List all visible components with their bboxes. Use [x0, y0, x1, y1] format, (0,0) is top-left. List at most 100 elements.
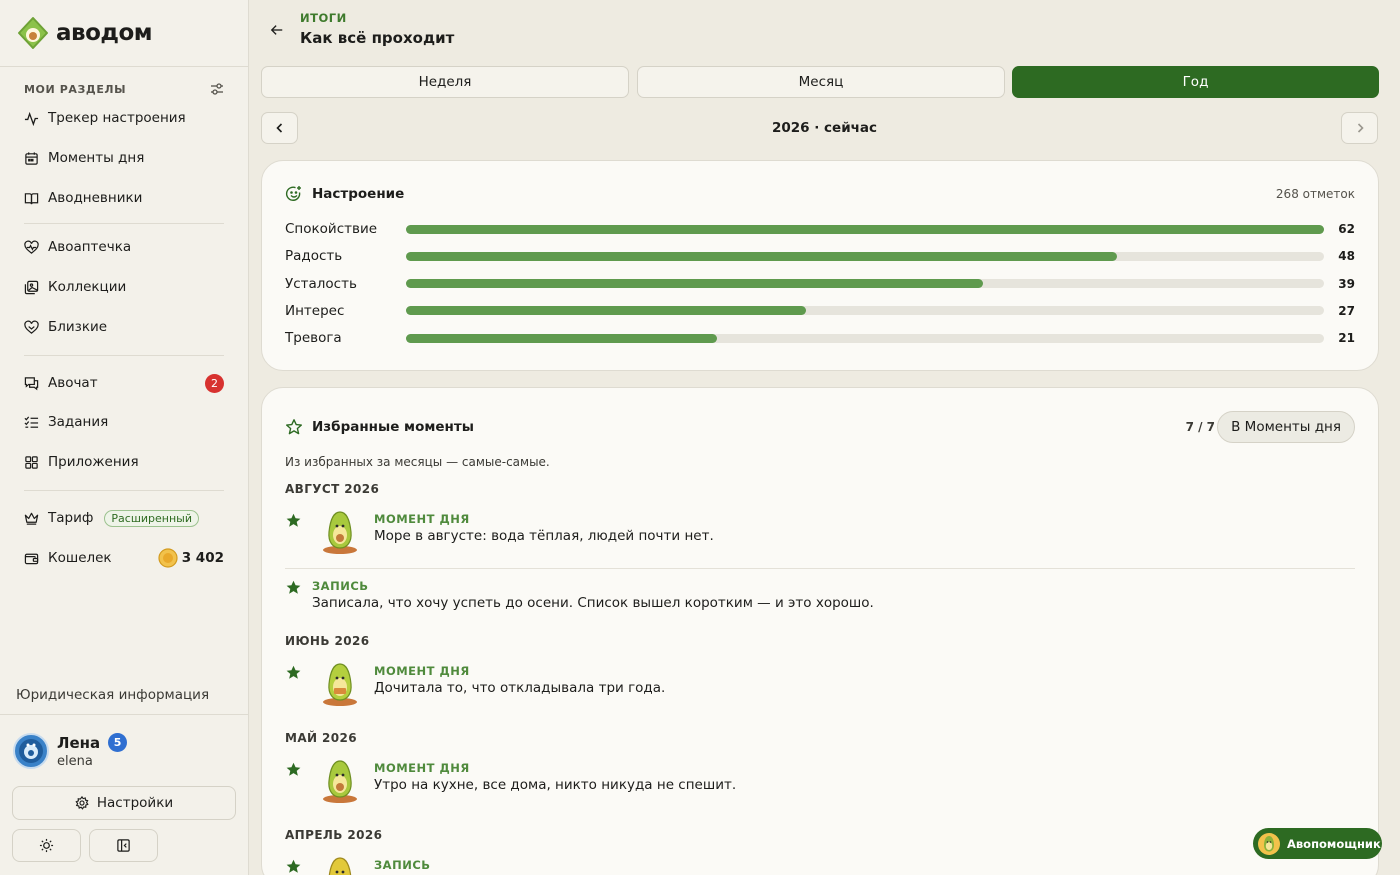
mood-row: Усталость 39	[285, 274, 1355, 294]
app-logo[interactable]: аводом	[16, 16, 153, 50]
sidebar-item-label: Моменты дня	[48, 150, 145, 166]
sidebar-item-chat[interactable]: Авочат 2	[24, 371, 224, 395]
avocado-mascot-icon	[323, 511, 357, 554]
favorite-text: Дочитала то, что откладывала три года.	[374, 680, 666, 696]
sidebar-item-mood-tracker[interactable]: Трекер настроения	[24, 106, 224, 130]
logo-text: аводом	[56, 20, 153, 46]
section-title: МОИ РАЗДЕЛЫ	[24, 82, 127, 96]
page-kicker: ИТОГИ	[300, 11, 347, 25]
section-header: МОИ РАЗДЕЛЫ	[24, 82, 224, 96]
settings-button[interactable]: Настройки	[12, 786, 236, 820]
sidebar-item-label: Близкие	[48, 319, 108, 335]
theme-toggle-button[interactable]	[12, 829, 81, 862]
smile-plus-icon	[285, 186, 301, 201]
star-filled-icon[interactable]	[285, 579, 302, 596]
tariff-badge: Расширенный	[104, 509, 200, 527]
user-name-row: Лена 5	[57, 733, 128, 752]
favorites-card: Избранные моменты 7 / 7 В Моменты дня Из…	[261, 387, 1379, 875]
divider	[24, 355, 224, 356]
chat-icon	[24, 376, 39, 390]
checklist-icon	[24, 415, 39, 428]
back-button[interactable]	[267, 20, 287, 40]
favorite-item[interactable]: МОМЕНТ ДНЯ Дочитала то, что откладывала …	[285, 660, 1355, 708]
unread-badge: 2	[205, 373, 224, 393]
sidebar-item-label: Авоаптечка	[48, 239, 132, 255]
main-content: ИТОГИ Как всё проходит Неделя Месяц Год …	[249, 0, 1400, 875]
sidebar-item-wallet[interactable]: Кошелек 3 402	[24, 546, 224, 570]
month-heading: ИЮНЬ 2026	[285, 634, 370, 648]
mood-bar-track	[406, 224, 1324, 234]
collapse-sidebar-button[interactable]	[89, 829, 158, 862]
to-moments-button[interactable]: В Моменты дня	[1217, 411, 1355, 443]
mood-count: 39	[1338, 276, 1355, 291]
mood-row: Радость 48	[285, 246, 1355, 266]
sidebar-item-label: Кошелек	[48, 550, 112, 566]
sidebar-item-first-aid[interactable]: Авоаптечка	[24, 235, 224, 259]
sidebar-item-tariff[interactable]: Тариф Расширенный	[24, 506, 224, 530]
favorite-item[interactable]: ЗАПИСЬ	[285, 854, 1355, 875]
sidebar-item-label: Задания	[48, 414, 109, 430]
sidebar-item-label: Авочат	[48, 375, 98, 391]
avatar-face-icon	[19, 739, 43, 763]
favorite-item[interactable]: МОМЕНТ ДНЯ Утро на кухне, все дома, никт…	[285, 757, 1355, 805]
next-period-button[interactable]	[1341, 112, 1378, 144]
wallet-balance: 3 402	[158, 548, 224, 568]
calendar-icon	[25, 151, 38, 165]
favorite-text: Записала, что хочу успеть до осени. Спис…	[312, 595, 874, 611]
favorite-item[interactable]: ЗАПИСЬ Записала, что хочу успеть до осен…	[285, 575, 1355, 611]
sidebar-item-label: Приложения	[48, 454, 139, 470]
divider	[285, 568, 1355, 569]
favorite-item[interactable]: МОМЕНТ ДНЯ Море в августе: вода тёплая, …	[285, 508, 1355, 556]
coin-icon	[158, 548, 178, 568]
star-filled-icon[interactable]	[285, 664, 302, 681]
sidebar-item-collections[interactable]: Коллекции	[24, 275, 224, 299]
page-title: Как всё проходит	[300, 29, 455, 47]
star-filled-icon[interactable]	[285, 761, 302, 778]
sidebar-item-close-ones[interactable]: Близкие	[24, 315, 224, 339]
gallery-icon	[24, 280, 39, 294]
tab-week[interactable]: Неделя	[261, 66, 629, 98]
book-icon	[24, 192, 39, 204]
divider	[0, 66, 248, 67]
avocado-assistant-icon	[1258, 832, 1280, 855]
settings-label: Настройки	[96, 795, 174, 811]
user-profile[interactable]: Лена 5 elena	[13, 733, 128, 769]
user-name: Лена	[57, 733, 101, 752]
mood-bar-fill	[406, 251, 1117, 261]
mood-row: Интерес 27	[285, 301, 1355, 321]
sidebar-item-tasks[interactable]: Задания	[24, 410, 224, 434]
gear-icon	[75, 796, 89, 810]
divider	[0, 714, 248, 715]
favorites-count: 7 / 7	[1185, 420, 1215, 434]
month-heading: АВГУСТ 2026	[285, 482, 380, 496]
assistant-button[interactable]: Авопомощник	[1253, 828, 1382, 859]
sliders-icon[interactable]	[210, 82, 224, 96]
favorite-type: МОМЕНТ ДНЯ	[374, 761, 470, 775]
divider	[24, 223, 224, 224]
tab-month[interactable]: Месяц	[637, 66, 1005, 98]
star-filled-icon[interactable]	[285, 858, 302, 875]
sidebar-item-label: Трекер настроения	[48, 110, 186, 126]
sidebar-item-moments[interactable]: Моменты дня	[24, 146, 224, 170]
user-login: elena	[57, 754, 93, 769]
mood-bar-track	[406, 279, 1324, 289]
star-filled-icon[interactable]	[285, 512, 302, 529]
heart-hands-icon	[24, 320, 39, 334]
legal-link[interactable]: Юридическая информация	[16, 687, 209, 703]
heart-pulse-icon	[24, 240, 39, 254]
sidebar-item-diaries[interactable]: Аводневники	[24, 186, 224, 210]
mood-label: Радость	[285, 248, 343, 265]
mood-count: 21	[1338, 331, 1355, 346]
sidebar-item-apps[interactable]: Приложения	[24, 450, 224, 474]
favorite-text: Утро на кухне, все дома, никто никуда не…	[374, 777, 737, 793]
favorites-subtitle: Из избранных за месяцы — самые-самые.	[285, 455, 550, 469]
mood-bar-track	[406, 333, 1324, 343]
wallet-icon	[24, 553, 39, 564]
mood-label: Усталость	[285, 275, 357, 292]
divider	[24, 490, 224, 491]
favorite-type: ЗАПИСЬ	[312, 579, 369, 593]
month-heading: АПРЕЛЬ 2026	[285, 828, 383, 842]
tab-year[interactable]: Год	[1012, 66, 1379, 98]
activity-icon	[24, 111, 39, 126]
mood-label: Интерес	[285, 302, 345, 319]
